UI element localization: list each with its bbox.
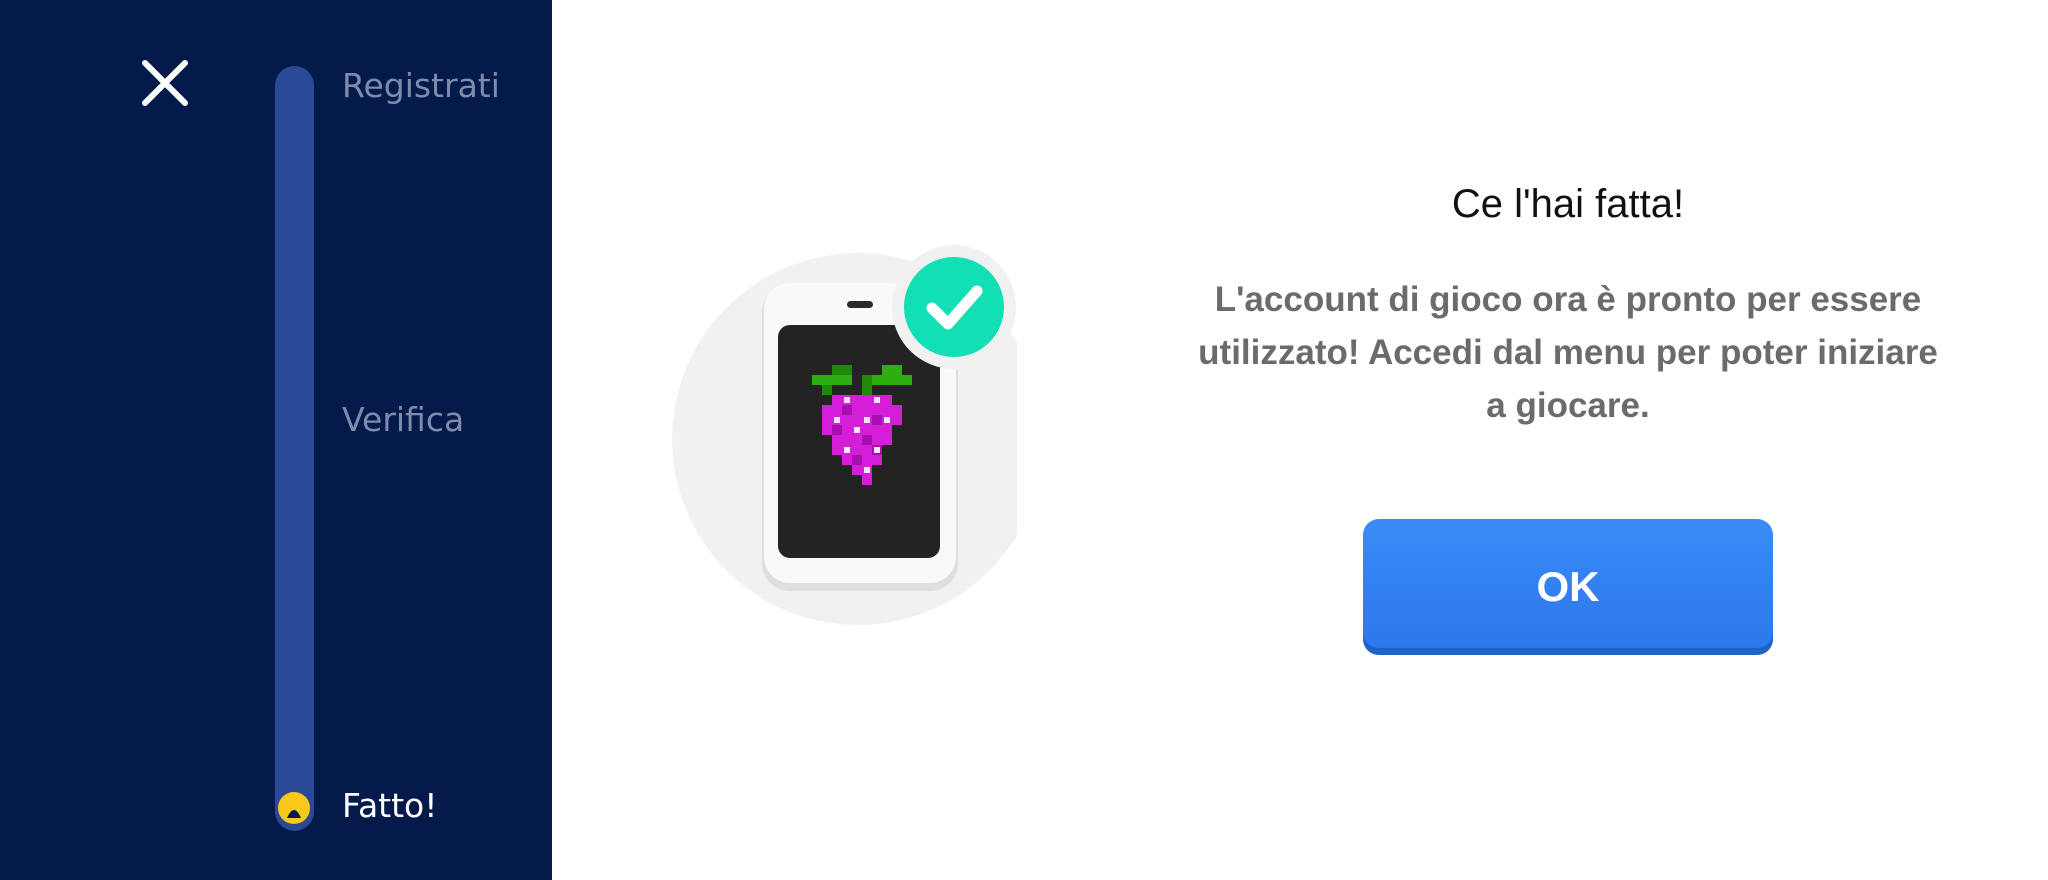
checkmark-icon bbox=[892, 245, 1016, 369]
progress-dot-icon bbox=[278, 792, 310, 824]
step-verifica: Verifica bbox=[342, 400, 465, 439]
close-icon bbox=[142, 60, 188, 106]
progress-track bbox=[275, 66, 314, 831]
sidebar: Registrati Verifica Fatto! bbox=[0, 0, 552, 880]
step-fatto: Fatto! bbox=[342, 786, 438, 825]
ok-button[interactable]: OK bbox=[1363, 519, 1773, 655]
close-button[interactable] bbox=[137, 55, 193, 111]
step-registrati: Registrati bbox=[342, 66, 500, 105]
dialog-title: Ce l'hai fatta! bbox=[1451, 182, 1685, 226]
dialog-message: L'account di gioco ora è pronto per esse… bbox=[1198, 280, 1938, 425]
success-illustration bbox=[672, 243, 1017, 633]
